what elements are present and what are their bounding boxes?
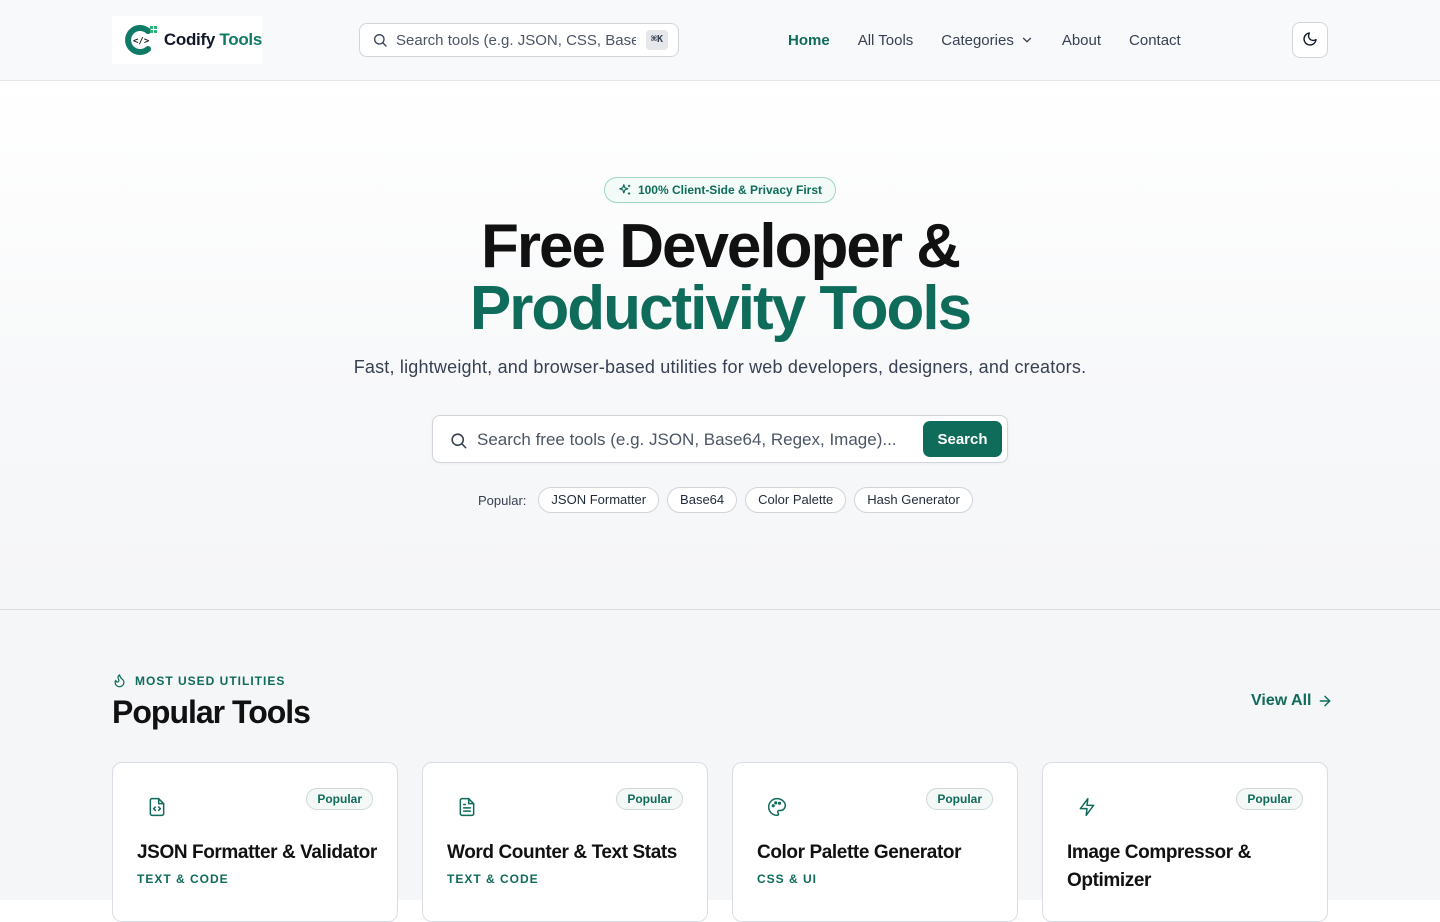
tool-card-title: Word Counter & Text Stats	[447, 842, 677, 863]
tool-card-category: CSS & UI	[757, 872, 818, 886]
tool-card-category: TEXT & CODE	[137, 872, 229, 886]
code-logo-icon: </>	[122, 20, 161, 60]
popular-badge: Popular	[1236, 788, 1303, 810]
privacy-badge: 100% Client-Side & Privacy First	[604, 177, 836, 203]
popular-chip-hash-generator[interactable]: Hash Generator	[854, 487, 973, 513]
nav-all-tools-label: All Tools	[857, 31, 914, 49]
main-nav: Home All Tools Categories About Contact	[788, 0, 1209, 80]
popular-chip-base64[interactable]: Base64	[667, 487, 738, 513]
hero-section: 100% Client-Side & Privacy First Free De…	[0, 81, 1440, 610]
logo[interactable]: </> Codify Tools	[112, 16, 262, 64]
header-search[interactable]: ⌘K	[359, 23, 679, 57]
file-code-icon	[147, 797, 167, 817]
nav-home-label: Home	[788, 31, 830, 49]
popular-label: Popular:	[478, 492, 527, 508]
logo-accent: Tools	[219, 30, 262, 49]
popular-searches: Popular: JSON Formatter Base64 Color Pal…	[478, 487, 981, 513]
header-search-input[interactable]	[396, 31, 636, 49]
tool-card-title: JSON Formatter & Validator	[137, 842, 377, 863]
hero-search[interactable]: Search	[432, 415, 1008, 463]
nav-about-label: About	[1061, 31, 1102, 49]
svg-text:</>: </>	[133, 37, 150, 47]
hero-title-line-1: Free Developer &	[481, 212, 961, 281]
tool-card-word-counter[interactable]: Popular Word Counter & Text Stats TEXT &…	[422, 762, 708, 922]
palette-icon	[767, 797, 787, 817]
nav-categories[interactable]: Categories	[941, 32, 1034, 49]
hero-search-input[interactable]	[477, 428, 907, 452]
sparkles-icon	[618, 183, 632, 197]
tool-card-category: TEXT & CODE	[447, 872, 539, 886]
popular-tools-section: MOST USED UTILITIES Popular Tools View A…	[0, 610, 1440, 922]
flame-icon	[112, 673, 127, 688]
privacy-badge-text: 100% Client-Side & Privacy First	[637, 183, 823, 197]
nav-categories-label: Categories	[941, 31, 1014, 49]
moon-icon	[1302, 31, 1318, 50]
hero-subtitle: Fast, lightweight, and browser-based uti…	[353, 357, 1087, 377]
keyboard-shortcut-badge: ⌘K	[645, 30, 668, 50]
chevron-down-icon	[1020, 33, 1034, 47]
section-eyebrow-text: MOST USED UTILITIES	[135, 673, 286, 688]
popular-chip-json-formatter[interactable]: JSON Formatter	[538, 487, 660, 513]
tool-card-title: Image Compressor & Optimizer	[1067, 842, 1251, 891]
search-icon	[449, 431, 468, 450]
popular-chip-color-palette[interactable]: Color Palette	[745, 487, 847, 513]
section-eyebrow: MOST USED UTILITIES	[112, 673, 285, 688]
nav-about[interactable]: About	[1062, 32, 1101, 49]
arrow-right-icon	[1317, 693, 1333, 709]
popular-badge: Popular	[616, 788, 683, 810]
theme-toggle-button[interactable]	[1292, 22, 1328, 58]
logo-text: Codify Tools	[164, 30, 262, 50]
zap-icon	[1077, 797, 1097, 817]
popular-badge: Popular	[926, 788, 993, 810]
view-all-link[interactable]: View All	[1251, 692, 1333, 710]
search-button[interactable]: Search	[923, 421, 1002, 457]
logo-name: Codify	[163, 30, 215, 49]
popular-badge: Popular	[306, 788, 373, 810]
file-text-icon	[457, 797, 477, 817]
hero-title-line-2: Productivity Tools	[469, 274, 972, 343]
nav-contact-label: Contact	[1129, 31, 1181, 49]
nav-contact[interactable]: Contact	[1129, 32, 1181, 49]
site-header: </> Codify Tools ⌘K Home All Tools Categ…	[0, 0, 1440, 81]
tool-card-image-compressor[interactable]: Popular Image Compressor & Optimizer	[1042, 762, 1328, 922]
nav-home[interactable]: Home	[788, 32, 830, 49]
tool-card-color-palette[interactable]: Popular Color Palette Generator CSS & UI	[732, 762, 1018, 922]
view-all-label: View All	[1251, 692, 1312, 709]
nav-all-tools[interactable]: All Tools	[858, 32, 914, 49]
tool-card-json-formatter[interactable]: Popular JSON Formatter & Validator TEXT …	[112, 762, 398, 922]
search-icon	[372, 32, 388, 48]
tool-card-title: Color Palette Generator	[757, 842, 962, 863]
section-title: Popular Tools	[112, 694, 311, 730]
